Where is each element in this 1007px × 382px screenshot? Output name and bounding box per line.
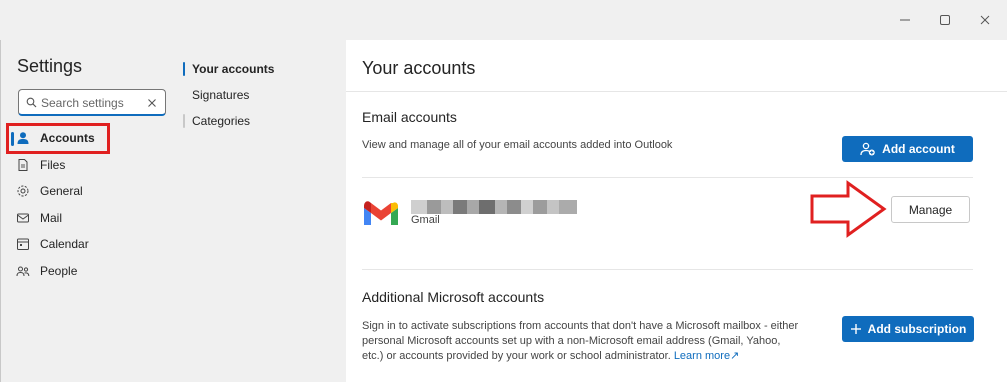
add-subscription-button[interactable]: Add subscription [842, 316, 974, 342]
add-subscription-label: Add subscription [867, 322, 967, 336]
subnav-divider [183, 114, 185, 128]
plus-icon [850, 323, 862, 335]
gear-icon [16, 184, 30, 198]
external-link-icon: ↗ [730, 350, 740, 362]
add-account-label: Add account [882, 142, 955, 156]
nav-item-mail[interactable]: Mail [16, 206, 62, 230]
redaction-block [411, 200, 427, 214]
redaction-block [441, 200, 453, 214]
gmail-logo [362, 200, 400, 228]
account-type: Gmail [411, 214, 440, 226]
redaction-block [521, 200, 533, 214]
nav-label-people: People [40, 264, 78, 278]
email-accounts-heading: Email accounts [362, 109, 457, 125]
search-box[interactable] [18, 89, 166, 116]
redaction-block [547, 200, 559, 214]
redaction-block [559, 200, 577, 214]
redaction-block [533, 200, 547, 214]
search-icon [26, 96, 37, 111]
add-person-icon [860, 142, 876, 156]
settings-title: Settings [17, 56, 83, 76]
redacted-email [411, 200, 577, 214]
accounts-subnav: Your accounts Signatures Categories [180, 40, 346, 382]
nav-label-mail: Mail [40, 211, 63, 225]
calendar-icon [16, 237, 30, 251]
title-bar [0, 0, 1007, 40]
nav-item-general[interactable]: General [16, 179, 83, 203]
people-icon [16, 264, 30, 278]
learn-more-link[interactable]: Learn more [674, 350, 730, 362]
main-panel: Your accounts Email accounts View and ma… [346, 40, 1007, 382]
settings-nav: Settings Accounts Files General Mail [0, 40, 180, 382]
clear-search-icon[interactable] [147, 96, 157, 111]
close-icon[interactable] [971, 6, 999, 34]
minimize-icon[interactable] [891, 6, 919, 34]
redaction-block [467, 200, 479, 214]
section-divider [362, 269, 973, 270]
nav-item-files[interactable]: Files [16, 153, 65, 177]
nav-item-calendar[interactable]: Calendar [16, 232, 89, 256]
subnav-item-categories[interactable]: Categories [192, 114, 250, 128]
nav-label-general: General [40, 184, 83, 198]
mail-icon [16, 211, 30, 225]
redaction-block [479, 200, 495, 214]
redaction-block [453, 200, 467, 214]
nav-label-calendar: Calendar [40, 237, 89, 251]
manage-button[interactable]: Manage [891, 196, 970, 223]
subnav-item-your-accounts[interactable]: Your accounts [192, 62, 274, 76]
email-accounts-description: View and manage all of your email accoun… [362, 139, 673, 151]
page-title: Your accounts [362, 58, 476, 78]
nav-label-files: Files [40, 158, 66, 172]
additional-accounts-description: Sign in to activate subscriptions from a… [362, 319, 802, 364]
nav-item-people[interactable]: People [16, 259, 77, 283]
maximize-icon[interactable] [931, 6, 959, 34]
email-accounts-divider [362, 177, 973, 178]
file-icon [16, 158, 30, 172]
redaction-block [507, 200, 521, 214]
highlight-annotation [6, 123, 110, 154]
search-input[interactable] [41, 93, 141, 112]
redaction-block [495, 200, 507, 214]
additional-accounts-heading: Additional Microsoft accounts [362, 289, 545, 305]
title-divider [346, 91, 1007, 92]
subnav-item-signatures[interactable]: Signatures [192, 88, 249, 102]
arrow-annotation [810, 180, 888, 241]
redaction-block [427, 200, 441, 214]
subnav-active-indicator [183, 62, 185, 76]
add-account-button[interactable]: Add account [842, 136, 973, 162]
